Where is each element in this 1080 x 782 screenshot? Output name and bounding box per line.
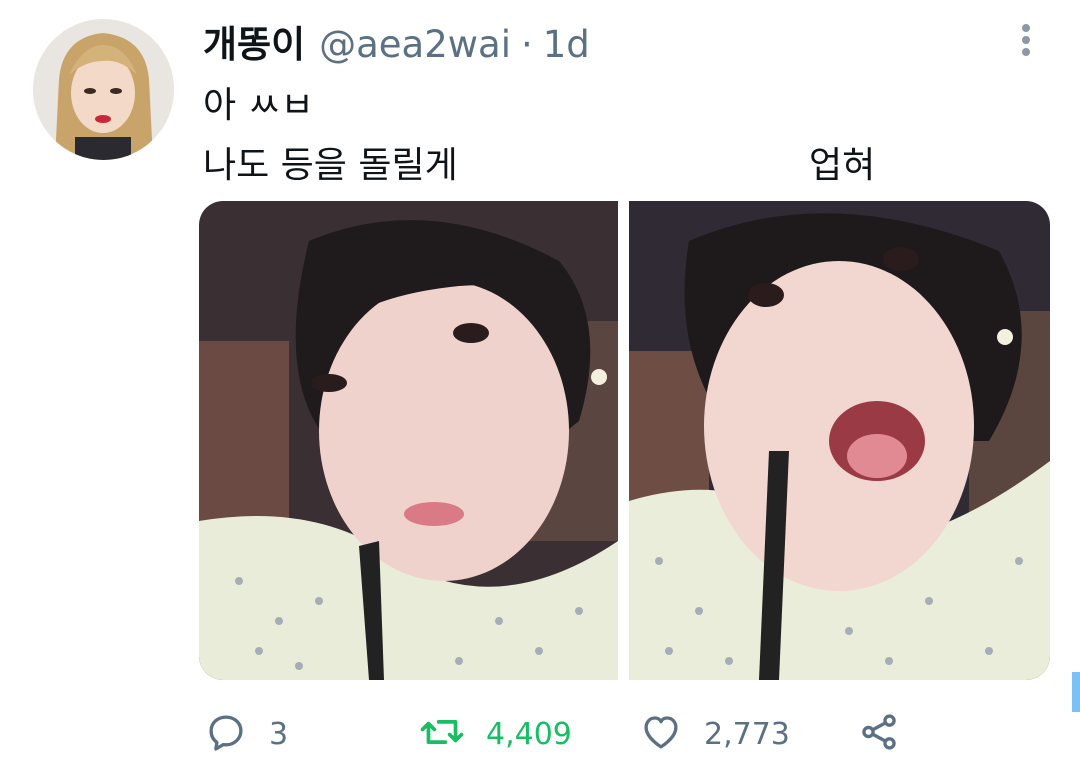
avatar[interactable] xyxy=(33,19,174,160)
retweet-button[interactable]: 4,409 xyxy=(420,708,572,760)
reply-count: 3 xyxy=(269,716,289,752)
tweet-header: 개똥이 @aea2wai · 1d xyxy=(203,14,590,70)
retweet-count: 4,409 xyxy=(486,716,572,752)
tweet-text-line-2-left: 나도 등을 돌릴게 xyxy=(203,145,458,186)
tweet-photo-1[interactable] xyxy=(199,201,618,680)
timestamp[interactable]: 1d xyxy=(543,23,590,66)
retweet-icon xyxy=(420,711,464,757)
like-count: 2,773 xyxy=(704,716,790,752)
like-button[interactable]: 2,773 xyxy=(640,708,790,760)
reply-icon xyxy=(205,711,247,757)
share-button[interactable] xyxy=(858,708,900,760)
scrollbar-thumb[interactable] xyxy=(1072,672,1080,712)
more-vertical-icon[interactable] xyxy=(1012,22,1040,58)
separator-dot: · xyxy=(521,23,533,66)
tweet-text-line-2-right: 업혀 xyxy=(809,145,876,186)
share-icon xyxy=(858,711,900,757)
reply-button[interactable]: 3 xyxy=(205,708,288,760)
display-name[interactable]: 개똥이 xyxy=(203,14,305,68)
like-icon xyxy=(640,711,682,757)
tweet-text-line-1: 아 ㅆㅂ xyxy=(203,85,314,126)
tweet-photo-2[interactable] xyxy=(629,201,1050,680)
user-handle[interactable]: @aea2wai xyxy=(319,23,511,66)
